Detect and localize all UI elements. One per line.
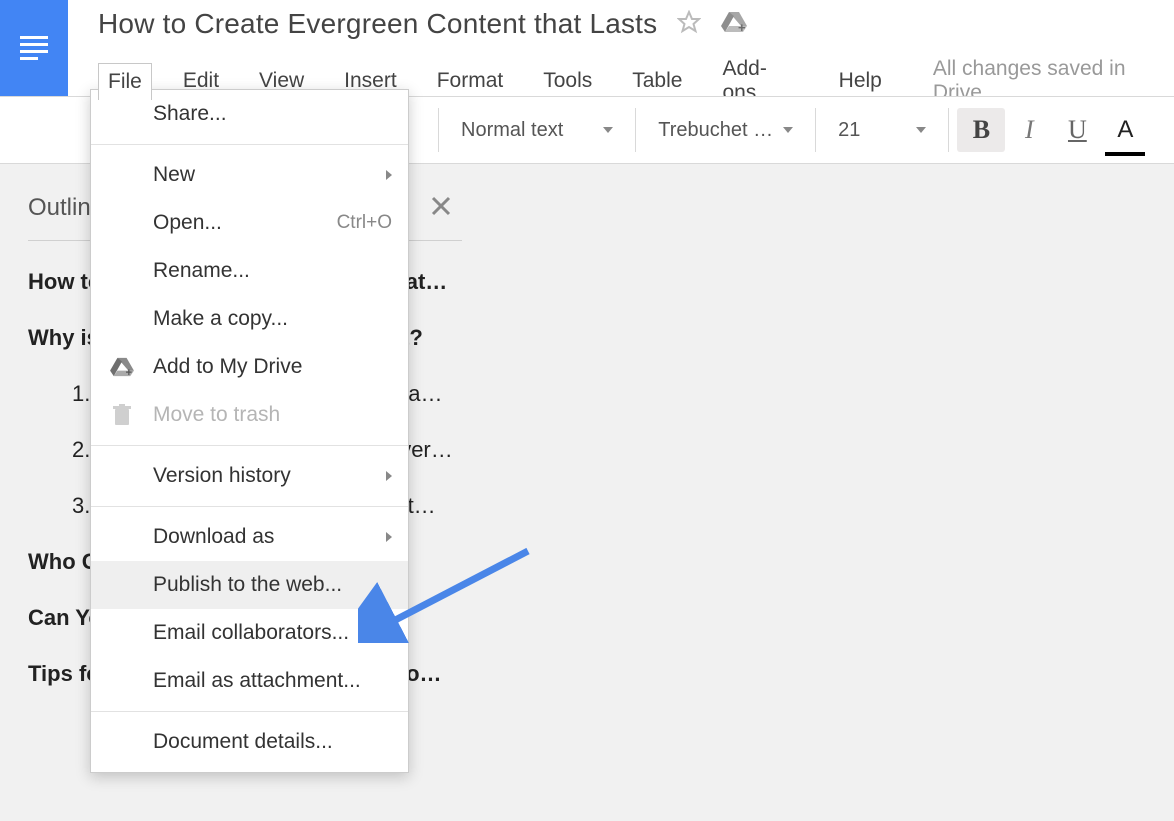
underline-button[interactable]: U xyxy=(1053,108,1101,152)
menu-item-label: Share... xyxy=(153,102,227,126)
svg-text:+: + xyxy=(738,20,746,34)
file-version-history[interactable]: Version history xyxy=(91,452,408,500)
file-open[interactable]: Open... Ctrl+O xyxy=(91,199,408,247)
file-new[interactable]: New xyxy=(91,151,408,199)
chevron-right-icon xyxy=(386,532,392,542)
file-add-to-drive[interactable]: + Add to My Drive xyxy=(91,343,408,391)
menu-format[interactable]: Format xyxy=(428,63,513,99)
menu-item-label: Email as attachment... xyxy=(153,669,361,693)
font-family-select[interactable]: Trebuchet … xyxy=(644,119,807,142)
menu-help[interactable]: Help xyxy=(830,63,891,99)
menu-tools[interactable]: Tools xyxy=(534,63,601,99)
trash-icon xyxy=(109,402,135,428)
menu-item-label: New xyxy=(153,163,195,187)
docs-logo[interactable] xyxy=(0,0,68,96)
file-publish-to-web[interactable]: Publish to the web... xyxy=(91,561,408,609)
toolbar-separator xyxy=(948,108,949,152)
menu-item-label: Email collaborators... xyxy=(153,621,349,645)
font-size-label: 21 xyxy=(838,119,860,142)
app-header: How to Create Evergreen Content that Las… xyxy=(0,0,1174,96)
move-to-drive-icon[interactable]: + xyxy=(721,10,747,39)
toolbar-separator xyxy=(438,108,439,152)
bold-button[interactable]: B xyxy=(957,108,1005,152)
menu-item-label: Rename... xyxy=(153,259,250,283)
menu-separator xyxy=(91,506,408,507)
file-email-attachment[interactable]: Email as attachment... xyxy=(91,657,408,705)
menu-separator xyxy=(91,144,408,145)
menu-file[interactable]: File xyxy=(98,63,152,100)
text-color-button[interactable]: A xyxy=(1101,108,1149,152)
shortcut-label: Ctrl+O xyxy=(337,212,392,234)
file-move-to-trash: Move to trash xyxy=(91,391,408,439)
file-rename[interactable]: Rename... xyxy=(91,247,408,295)
toolbar-separator xyxy=(815,108,816,152)
paragraph-style-select[interactable]: Normal text xyxy=(447,119,627,142)
menu-item-label: Document details... xyxy=(153,730,333,754)
close-outline-button[interactable] xyxy=(430,192,452,224)
chevron-down-icon xyxy=(603,127,613,133)
file-make-copy[interactable]: Make a copy... xyxy=(91,295,408,343)
star-icon[interactable] xyxy=(677,10,701,39)
file-email-collaborators[interactable]: Email collaborators... xyxy=(91,609,408,657)
paragraph-style-label: Normal text xyxy=(461,119,563,142)
italic-button[interactable]: I xyxy=(1005,108,1053,152)
chevron-down-icon xyxy=(783,127,793,133)
file-document-details[interactable]: Document details... xyxy=(91,718,408,766)
menu-item-label: Add to My Drive xyxy=(153,355,302,379)
close-icon xyxy=(430,195,452,217)
menu-table[interactable]: Table xyxy=(623,63,691,99)
file-download-as[interactable]: Download as xyxy=(91,513,408,561)
menu-separator xyxy=(91,445,408,446)
toolbar-separator xyxy=(635,108,636,152)
docs-logo-icon xyxy=(14,28,54,68)
menu-item-label: Version history xyxy=(153,464,291,488)
menu-item-label: Download as xyxy=(153,525,274,549)
chevron-right-icon xyxy=(386,471,392,481)
chevron-down-icon xyxy=(916,127,926,133)
svg-text:+: + xyxy=(126,367,132,378)
drive-add-icon: + xyxy=(109,354,135,380)
font-size-select[interactable]: 21 xyxy=(824,119,940,142)
doc-title[interactable]: How to Create Evergreen Content that Las… xyxy=(98,8,657,40)
menu-item-label: Move to trash xyxy=(153,403,280,427)
chevron-right-icon xyxy=(386,170,392,180)
menu-separator xyxy=(91,711,408,712)
menu-item-label: Make a copy... xyxy=(153,307,288,331)
menu-item-label: Open... xyxy=(153,211,222,235)
menu-item-label: Publish to the web... xyxy=(153,573,342,597)
file-dropdown: Share... New Open... Ctrl+O Rename... Mak… xyxy=(90,89,409,773)
font-family-label: Trebuchet … xyxy=(658,119,773,142)
